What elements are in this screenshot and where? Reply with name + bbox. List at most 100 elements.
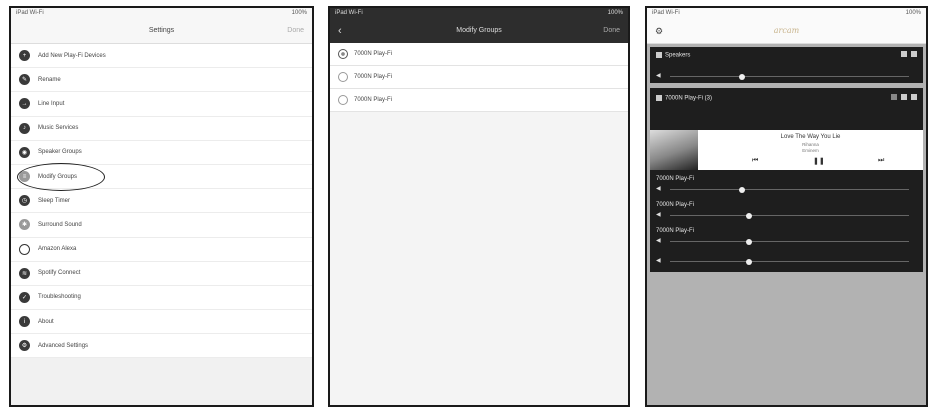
menu-item-label: Speaker Groups: [38, 149, 82, 156]
surround-icon: ✱: [19, 219, 30, 231]
menu-item-label: About: [38, 318, 54, 325]
menu-item-about[interactable]: i About: [11, 310, 312, 335]
menu-item-label: Line Input: [38, 100, 65, 107]
menu-item-spotify[interactable]: ≋ Spotify Connect: [11, 262, 312, 286]
speakers-bar-label: Speakers: [665, 52, 691, 59]
group-header: 7000N Play-Fi (3): [656, 95, 712, 102]
zone-label: 7000N Play-Fi: [354, 51, 393, 57]
now-playing-card: Love The Way You Lie Rihanna Eminem ⏮ ❚❚…: [650, 130, 923, 170]
speaker-group-icon: ◉: [19, 146, 30, 158]
status-battery: 100%: [291, 10, 307, 16]
settings-gear-icon[interactable]: ⚙: [655, 19, 663, 43]
speaker-icon: [656, 52, 662, 58]
plus-icon: +: [19, 50, 30, 62]
speaker-name: 7000N Play-Fi: [656, 202, 695, 208]
menu-item-label: Sleep Timer: [38, 197, 71, 204]
menu-item-troubleshooting[interactable]: ✓ Troubleshooting: [11, 286, 312, 311]
zone-label: 7000N Play-Fi: [354, 97, 393, 103]
list-icon[interactable]: [901, 51, 907, 57]
menu-item-label: Troubleshooting: [38, 294, 81, 301]
menu-item-sleep-timer[interactable]: ◷ Sleep Timer: [11, 189, 312, 214]
back-chevron-icon[interactable]: ‹: [338, 19, 342, 43]
zone-label: 7000N Play-Fi: [354, 74, 393, 80]
volume-icon: ◀: [656, 73, 661, 79]
group-block: 7000N Play-Fi (3) Group Volume Mute All …: [650, 88, 923, 272]
speaker-name: 7000N Play-Fi: [656, 228, 695, 234]
volume-icon: ◀: [656, 258, 661, 264]
settings-screen: iPad Wi-Fi 100% Settings Done + Add New P…: [9, 6, 314, 407]
speaker-volume-slider[interactable]: [670, 238, 909, 245]
speaker-volume-row: ◀: [656, 212, 917, 219]
menu-item-label: Surround Sound: [38, 221, 82, 228]
track-album: Eminem: [802, 148, 819, 153]
input-icon: →: [19, 98, 30, 110]
speaker-volume-slider[interactable]: [670, 212, 909, 219]
slider-thumb[interactable]: [738, 73, 745, 80]
radio-icon[interactable]: [338, 72, 348, 82]
slider-thumb[interactable]: [738, 186, 745, 193]
speaker-name: 7000N Play-Fi: [656, 176, 695, 182]
status-bar: iPad Wi-Fi 100%: [647, 8, 926, 19]
menu-item-speaker-groups[interactable]: ◉ Speaker Groups: [11, 141, 312, 165]
now-playing-screen: iPad Wi-Fi 100% ⚙ arcam Speakers ◀ 7000N…: [645, 6, 928, 407]
spotify-icon: ≋: [19, 267, 30, 279]
speakers-label: Speakers: [656, 52, 690, 59]
zone-item[interactable]: 7000N Play-Fi: [330, 66, 628, 89]
menu-item-add-devices[interactable]: + Add New Play-Fi Devices: [11, 44, 312, 69]
menu-item-label: Amazon Alexa: [38, 246, 77, 253]
status-bar: iPad Wi-Fi 100%: [11, 8, 312, 19]
menu-item-label: Advanced Settings: [38, 342, 89, 349]
menu-item-alexa[interactable]: Amazon Alexa: [11, 238, 312, 262]
list-icon[interactable]: [901, 94, 907, 100]
status-carrier: iPad Wi-Fi: [16, 10, 44, 16]
settings-nav-bar: Settings Done: [11, 19, 312, 44]
radio-selected-icon[interactable]: [338, 49, 348, 59]
slider-thumb[interactable]: [745, 212, 752, 219]
slider-thumb[interactable]: [745, 258, 752, 265]
brand-logo: arcam: [773, 26, 800, 35]
status-carrier: iPad Wi-Fi: [652, 10, 680, 16]
settings-menu: + Add New Play-Fi Devices ✎ Rename → Line I…: [11, 44, 312, 359]
pause-icon[interactable]: ❚❚: [813, 157, 825, 165]
group-icon[interactable]: [911, 94, 917, 100]
advanced-settings-icon: ⚙: [19, 340, 30, 352]
page-title: Modify Groups: [456, 27, 502, 34]
album-art[interactable]: [650, 130, 698, 170]
speakers-volume-slider[interactable]: [670, 73, 909, 80]
slider-thumb[interactable]: [745, 238, 752, 245]
speakers-bar: Speakers ◀: [650, 47, 923, 83]
group-speaker-icon: [656, 95, 662, 101]
done-button[interactable]: Done: [287, 19, 304, 43]
menu-item-surround-sound[interactable]: ✱ Surround Sound: [11, 213, 312, 238]
volume-icon: ◀: [656, 212, 661, 218]
menu-item-music-services[interactable]: ♪ Music Services: [11, 117, 312, 141]
menu-item-label: Rename: [38, 76, 61, 83]
menu-item-advanced-settings[interactable]: ⚙ Advanced Settings: [11, 334, 312, 359]
group-title: 7000N Play-Fi (3): [665, 95, 713, 102]
group-icon[interactable]: [911, 51, 917, 57]
menu-item-label: Music Services: [38, 125, 79, 132]
extra-volume-slider[interactable]: [670, 258, 909, 265]
page-title: Settings: [148, 27, 175, 34]
extra-volume-row: ◀: [656, 258, 917, 265]
radio-icon[interactable]: [338, 95, 348, 105]
speakers-volume-row: ◀: [656, 73, 917, 80]
speaker-volume-slider[interactable]: [670, 186, 909, 193]
highlight-circle: [17, 163, 105, 191]
modify-groups-nav-bar: ‹ Modify Groups Done: [330, 19, 628, 43]
zone-item[interactable]: 7000N Play-Fi: [330, 89, 628, 112]
info-icon[interactable]: [891, 94, 897, 100]
zone-item[interactable]: 7000N Play-Fi: [330, 43, 628, 66]
wrench-icon: ✓: [19, 291, 30, 303]
status-bar: iPad Wi-Fi 100%: [330, 8, 628, 19]
done-button[interactable]: Done: [603, 19, 620, 43]
menu-item-line-input[interactable]: → Line Input: [11, 92, 312, 117]
track-title: Love The Way You Lie: [780, 134, 841, 140]
menu-item-rename[interactable]: ✎ Rename: [11, 68, 312, 93]
previous-icon[interactable]: ⏮: [752, 157, 758, 165]
speaker-row: 7000N Play-Fi ◀: [656, 228, 917, 245]
speaker-row: 7000N Play-Fi ◀: [656, 202, 917, 219]
status-battery: 100%: [607, 10, 623, 16]
next-icon[interactable]: ⏭: [878, 157, 884, 165]
volume-icon: ◀: [656, 238, 661, 244]
